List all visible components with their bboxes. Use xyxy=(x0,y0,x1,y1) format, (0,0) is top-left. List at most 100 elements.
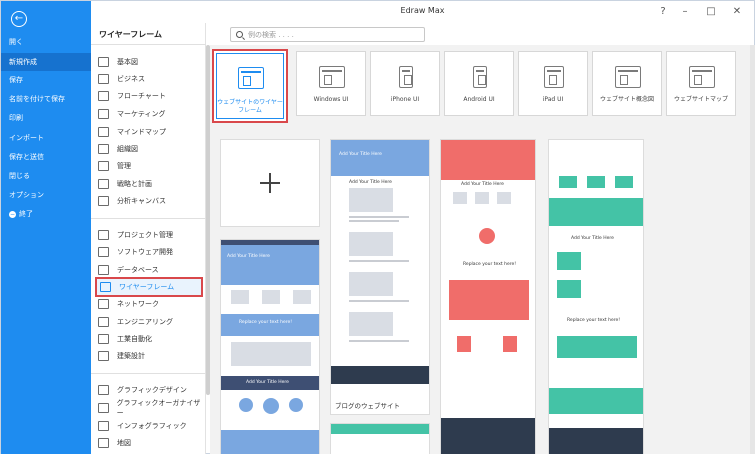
nav-import[interactable]: インポート xyxy=(1,129,91,147)
category-label: 地図 xyxy=(117,438,131,447)
category-label: 分析キャンバス xyxy=(117,196,166,205)
template-windows-ui[interactable]: Windows UI xyxy=(296,51,366,116)
nav-save-as-label: 名前を付けて保存 xyxy=(9,95,65,103)
marketing-icon xyxy=(98,108,109,119)
category-software[interactable]: ソフトウェア開発 xyxy=(95,243,203,260)
new-blank-card[interactable] xyxy=(220,139,320,227)
automation-icon xyxy=(98,333,109,344)
category-project[interactable]: プロジェクト管理 xyxy=(95,226,203,243)
category-canvas[interactable]: 分析キャンバス xyxy=(95,192,203,209)
template-website-map[interactable]: ウェブサイトマップ xyxy=(666,51,736,116)
image-placeholder xyxy=(587,176,605,188)
canvas-icon xyxy=(98,195,109,206)
text-line xyxy=(349,340,409,342)
search-input[interactable] xyxy=(248,29,418,40)
nav-save-label: 保存 xyxy=(9,76,23,84)
minimize-icon[interactable]: – xyxy=(676,4,694,20)
image-placeholder xyxy=(349,232,393,256)
category-graphic-design[interactable]: グラフィックデザイン xyxy=(95,381,203,398)
category-label: 戦略と計画 xyxy=(117,179,152,188)
image-placeholder xyxy=(557,252,581,270)
nav-print-label: 印刷 xyxy=(9,114,23,122)
back-arrow-icon[interactable]: ← xyxy=(11,11,27,27)
section-text: Replace your text here! xyxy=(239,320,293,325)
template-label: iPad UI xyxy=(542,96,564,103)
section-block xyxy=(549,388,643,414)
category-network[interactable]: ネットワーク xyxy=(95,295,203,312)
image-placeholder xyxy=(349,188,393,212)
nav-close[interactable]: 閉じる xyxy=(1,167,91,185)
organizer-icon xyxy=(98,402,109,413)
template-label: Windows UI xyxy=(313,96,349,103)
nav-save-as[interactable]: 名前を付けて保存 xyxy=(1,90,91,108)
footer-block xyxy=(221,430,319,454)
category-organizer[interactable]: グラフィックオーガナイザー xyxy=(95,399,203,417)
org-chart-icon xyxy=(98,143,109,154)
category-architecture[interactable]: 建築設計 xyxy=(95,347,203,364)
category-automation[interactable]: 工業自動化 xyxy=(95,330,203,347)
nav-save-send[interactable]: 保存と送信 xyxy=(1,148,91,166)
section-text: Replace your text here! xyxy=(567,318,621,323)
category-org-chart[interactable]: 組織図 xyxy=(95,140,203,157)
software-icon xyxy=(98,246,109,257)
main-scrollbar[interactable] xyxy=(750,45,755,454)
nav-new-label: 新規作成 xyxy=(9,58,37,66)
engineering-icon xyxy=(98,316,109,327)
category-wireframe[interactable]: ワイヤーフレーム xyxy=(95,277,203,297)
category-map[interactable]: 地図 xyxy=(95,434,203,451)
nav-exit[interactable]: − 終了 xyxy=(1,205,91,223)
template-label: ウェブサイトマップ xyxy=(673,96,728,103)
website-map-icon xyxy=(689,66,715,88)
nav-open-label: 開く xyxy=(9,38,23,46)
circle-image xyxy=(239,398,253,412)
category-management[interactable]: 管理 xyxy=(95,157,203,174)
category-flowchart[interactable]: フローチャート xyxy=(95,87,203,104)
template-iphone-ui[interactable]: iPhone UI xyxy=(370,51,440,116)
template-website-wireframe[interactable]: ウェブサイトのワイヤーフレーム xyxy=(212,49,288,123)
management-icon xyxy=(98,160,109,171)
nav-print[interactable]: 印刷 xyxy=(1,109,91,127)
template-ipad-ui[interactable]: iPad UI xyxy=(518,51,588,116)
exit-icon: − xyxy=(9,210,16,218)
template-card-wireframe-1[interactable]: Add Your Title Here Replace your text he… xyxy=(220,239,320,454)
category-label: ビジネス xyxy=(117,74,145,83)
template-card-partial[interactable] xyxy=(330,423,430,454)
maximize-icon[interactable]: □ xyxy=(702,4,720,20)
close-icon[interactable]: ✕ xyxy=(728,4,746,20)
template-card-wireframe-4[interactable]: Add Your Title Here Replace your text he… xyxy=(548,139,644,454)
iphone-icon xyxy=(399,66,413,88)
template-area: ウェブサイトのワイヤーフレーム Windows UI iPhone UI And… xyxy=(210,45,755,454)
category-engineering[interactable]: エンジニアリング xyxy=(95,313,203,330)
circle-image xyxy=(263,398,279,414)
category-label: 管理 xyxy=(117,161,131,170)
category-basic[interactable]: 基本図 xyxy=(95,53,203,70)
nav-close-label: 閉じる xyxy=(9,172,30,180)
template-website-concept[interactable]: ウェブサイト概念図 xyxy=(592,51,662,116)
template-card-blog[interactable]: Add Your Title Here Add Your Title Here … xyxy=(330,139,430,415)
category-label: 組織図 xyxy=(117,144,138,153)
heading-text: Add Your Title Here xyxy=(571,236,614,241)
website-concept-icon xyxy=(615,66,641,88)
nav-options[interactable]: オプション xyxy=(1,186,91,204)
search-icon xyxy=(236,31,243,38)
category-label: フローチャート xyxy=(117,91,166,100)
category-business[interactable]: ビジネス xyxy=(95,70,203,87)
template-label: Android UI xyxy=(463,96,495,103)
nav-new[interactable]: 新規作成 xyxy=(1,53,91,71)
template-card-wireframe-3[interactable]: Add Your Title Here Replace your text he… xyxy=(440,139,536,454)
text-line xyxy=(349,220,399,222)
nav-open[interactable]: 開く xyxy=(1,33,91,51)
category-infographic[interactable]: インフォグラフィック xyxy=(95,417,203,434)
category-label: 建築設計 xyxy=(117,351,145,360)
category-heading: ワイヤーフレーム xyxy=(99,30,163,39)
category-strategy[interactable]: 戦略と計画 xyxy=(95,175,203,192)
nav-save[interactable]: 保存 xyxy=(1,71,91,89)
windows-ui-icon xyxy=(319,66,345,88)
android-icon xyxy=(473,66,487,88)
heading-text: Add Your Title Here xyxy=(461,182,504,187)
help-icon[interactable]: ? xyxy=(654,4,672,20)
template-android-ui[interactable]: Android UI xyxy=(444,51,514,116)
category-mindmap[interactable]: マインドマップ xyxy=(95,123,203,140)
category-database[interactable]: データベース xyxy=(95,261,203,278)
category-marketing[interactable]: マーケティング xyxy=(95,105,203,122)
